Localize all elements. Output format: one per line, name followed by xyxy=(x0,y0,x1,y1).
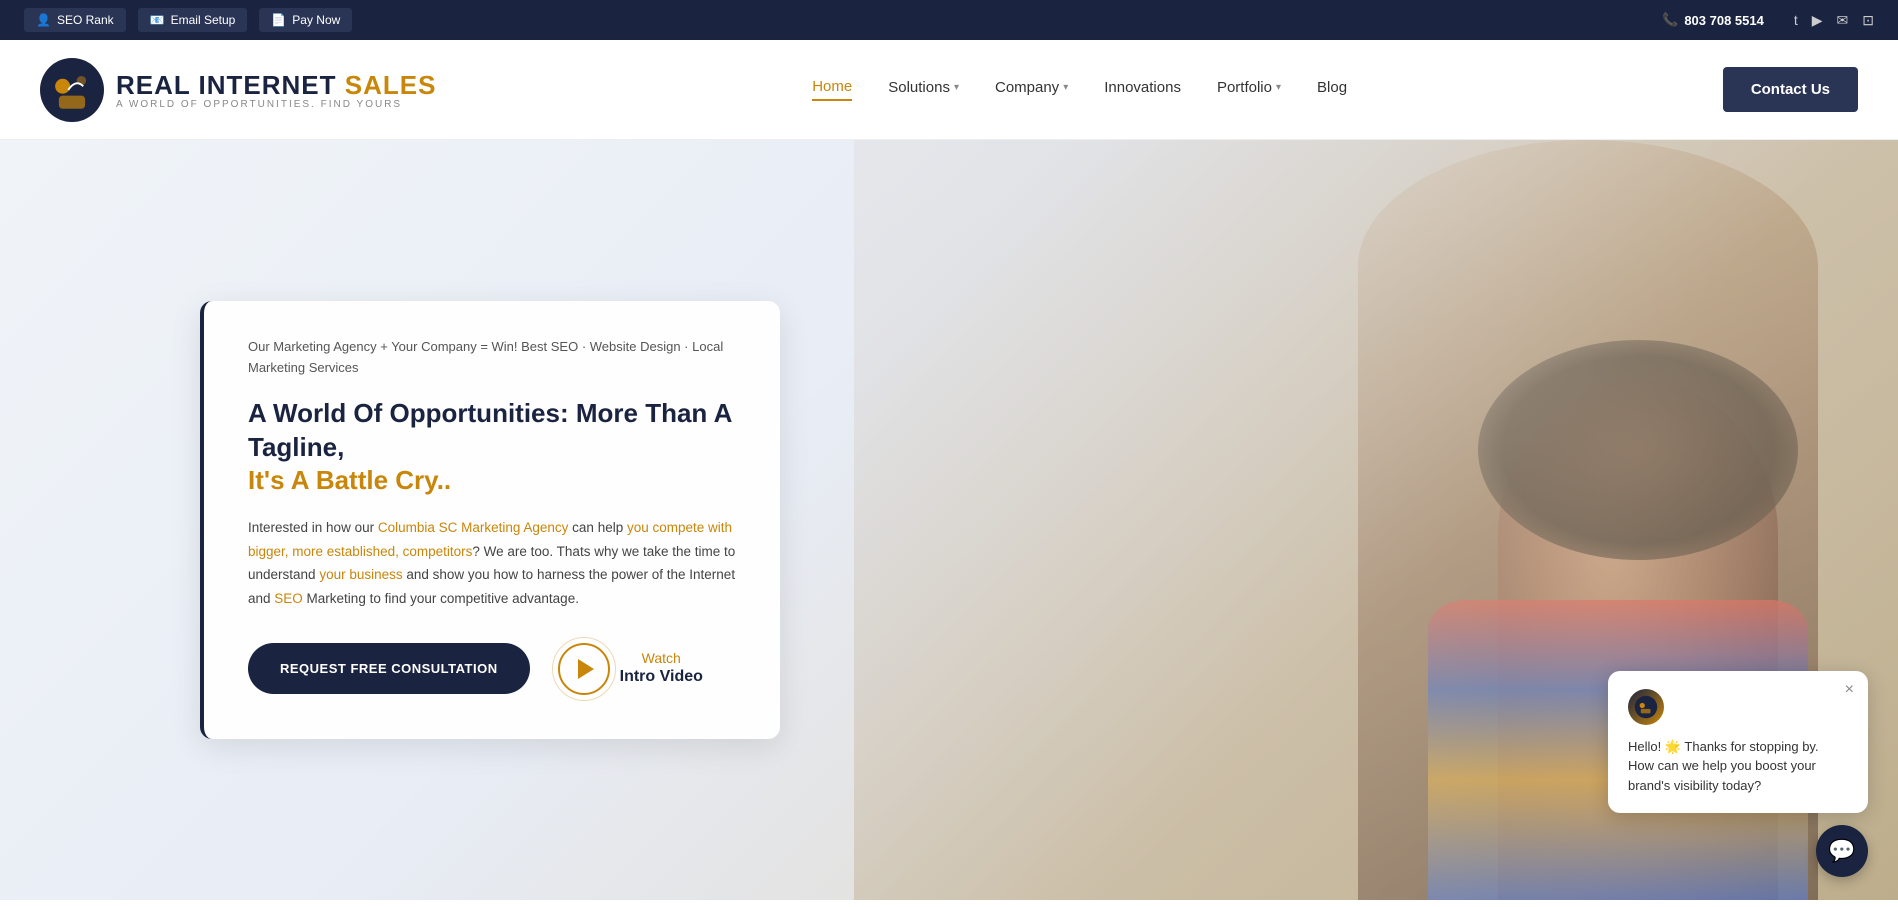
seo-link[interactable]: SEO xyxy=(274,591,303,606)
nav-portfolio[interactable]: Portfolio ▾ xyxy=(1217,79,1281,100)
chat-close-button[interactable]: × xyxy=(1845,681,1854,699)
nav-company[interactable]: Company ▾ xyxy=(995,79,1068,100)
phone-icon: 📞 xyxy=(1662,12,1678,28)
phone-number: 📞 803 708 5514 xyxy=(1662,12,1764,28)
logo-icon xyxy=(40,58,104,122)
watch-video-button[interactable]: Watch Intro Video xyxy=(558,643,703,695)
logo-area: REAL INTERNET SALES A WORLD OF OPPORTUNI… xyxy=(40,58,436,122)
email-setup-button[interactable]: 📧 Email Setup xyxy=(138,8,248,32)
chat-bubble-icon: 💬 xyxy=(1828,838,1855,864)
nav-innovations[interactable]: Innovations xyxy=(1104,79,1181,100)
top-bar-right: 📞 803 708 5514  t ▶ ✉ ⊡ xyxy=(1662,12,1874,29)
hero-subtitle: Our Marketing Agency + Your Company = Wi… xyxy=(248,337,736,379)
chat-bubble: × Hello! 🌟 Thanks for stopping by. How c… xyxy=(1608,671,1868,814)
hero-content: Our Marketing Agency + Your Company = Wi… xyxy=(200,301,780,738)
nav-solutions[interactable]: Solutions ▾ xyxy=(888,79,959,100)
contact-us-button[interactable]: Contact Us xyxy=(1723,67,1858,112)
hero-body: Interested in how our Columbia SC Market… xyxy=(248,516,736,611)
play-ring xyxy=(558,643,610,695)
chat-logo xyxy=(1634,695,1658,719)
chat-widget: × Hello! 🌟 Thanks for stopping by. How c… xyxy=(1608,671,1868,878)
logo-tagline: A WORLD OF OPPORTUNITIES. FIND YOURS xyxy=(116,99,436,110)
business-link[interactable]: your business xyxy=(319,567,402,582)
top-bar-left: 👤 SEO Rank 📧 Email Setup 📄 Pay Now xyxy=(24,8,352,32)
chat-trigger-button[interactable]: 💬 xyxy=(1816,825,1868,877)
chat-avatar xyxy=(1628,689,1664,725)
chat-header xyxy=(1628,689,1848,725)
nav-home[interactable]: Home xyxy=(812,78,852,101)
twitter-icon[interactable]: t xyxy=(1794,12,1798,28)
hero-actions: REQUEST FREE CONSULTATION Watch Intro Vi… xyxy=(248,643,736,695)
nav-blog[interactable]: Blog xyxy=(1317,79,1347,100)
pay-now-button[interactable]: 📄 Pay Now xyxy=(259,8,352,32)
mail-icon[interactable]: ✉ xyxy=(1837,12,1849,29)
hero-card: Our Marketing Agency + Your Company = Wi… xyxy=(200,301,780,738)
chevron-down-icon: ▾ xyxy=(954,82,959,93)
logo-svg xyxy=(42,60,102,120)
chevron-down-icon: ▾ xyxy=(1276,82,1281,93)
nav-links: Home Solutions ▾ Company ▾ Innovations P… xyxy=(812,78,1347,101)
social-icons:  t ▶ ✉ ⊡ xyxy=(1780,12,1874,29)
request-consultation-button[interactable]: REQUEST FREE CONSULTATION xyxy=(248,643,530,694)
watch-label: Watch Intro Video xyxy=(620,649,703,688)
chevron-down-icon: ▾ xyxy=(1063,82,1068,93)
play-icon xyxy=(578,659,594,679)
instagram-icon[interactable]: ⊡ xyxy=(1862,12,1874,29)
logo-text-group: REAL INTERNET SALES A WORLD OF OPPORTUNI… xyxy=(116,70,436,110)
chat-message: Hello! 🌟 Thanks for stopping by. How can… xyxy=(1628,737,1848,796)
youtube-icon[interactable]: ▶ xyxy=(1812,12,1823,29)
hero-title: A World Of Opportunities: More Than A Ta… xyxy=(248,397,736,498)
logo-brand: REAL INTERNET SALES xyxy=(116,70,436,101)
top-bar: 👤 SEO Rank 📧 Email Setup 📄 Pay Now 📞 803… xyxy=(0,0,1898,40)
user-icon: 👤 xyxy=(36,13,51,27)
main-nav: REAL INTERNET SALES A WORLD OF OPPORTUNI… xyxy=(0,40,1898,140)
email-icon: 📧 xyxy=(150,13,165,27)
doc-icon: 📄 xyxy=(271,13,286,27)
columbia-link[interactable]: Columbia SC Marketing Agency xyxy=(378,520,569,535)
seo-rank-button[interactable]: 👤 SEO Rank xyxy=(24,8,126,32)
